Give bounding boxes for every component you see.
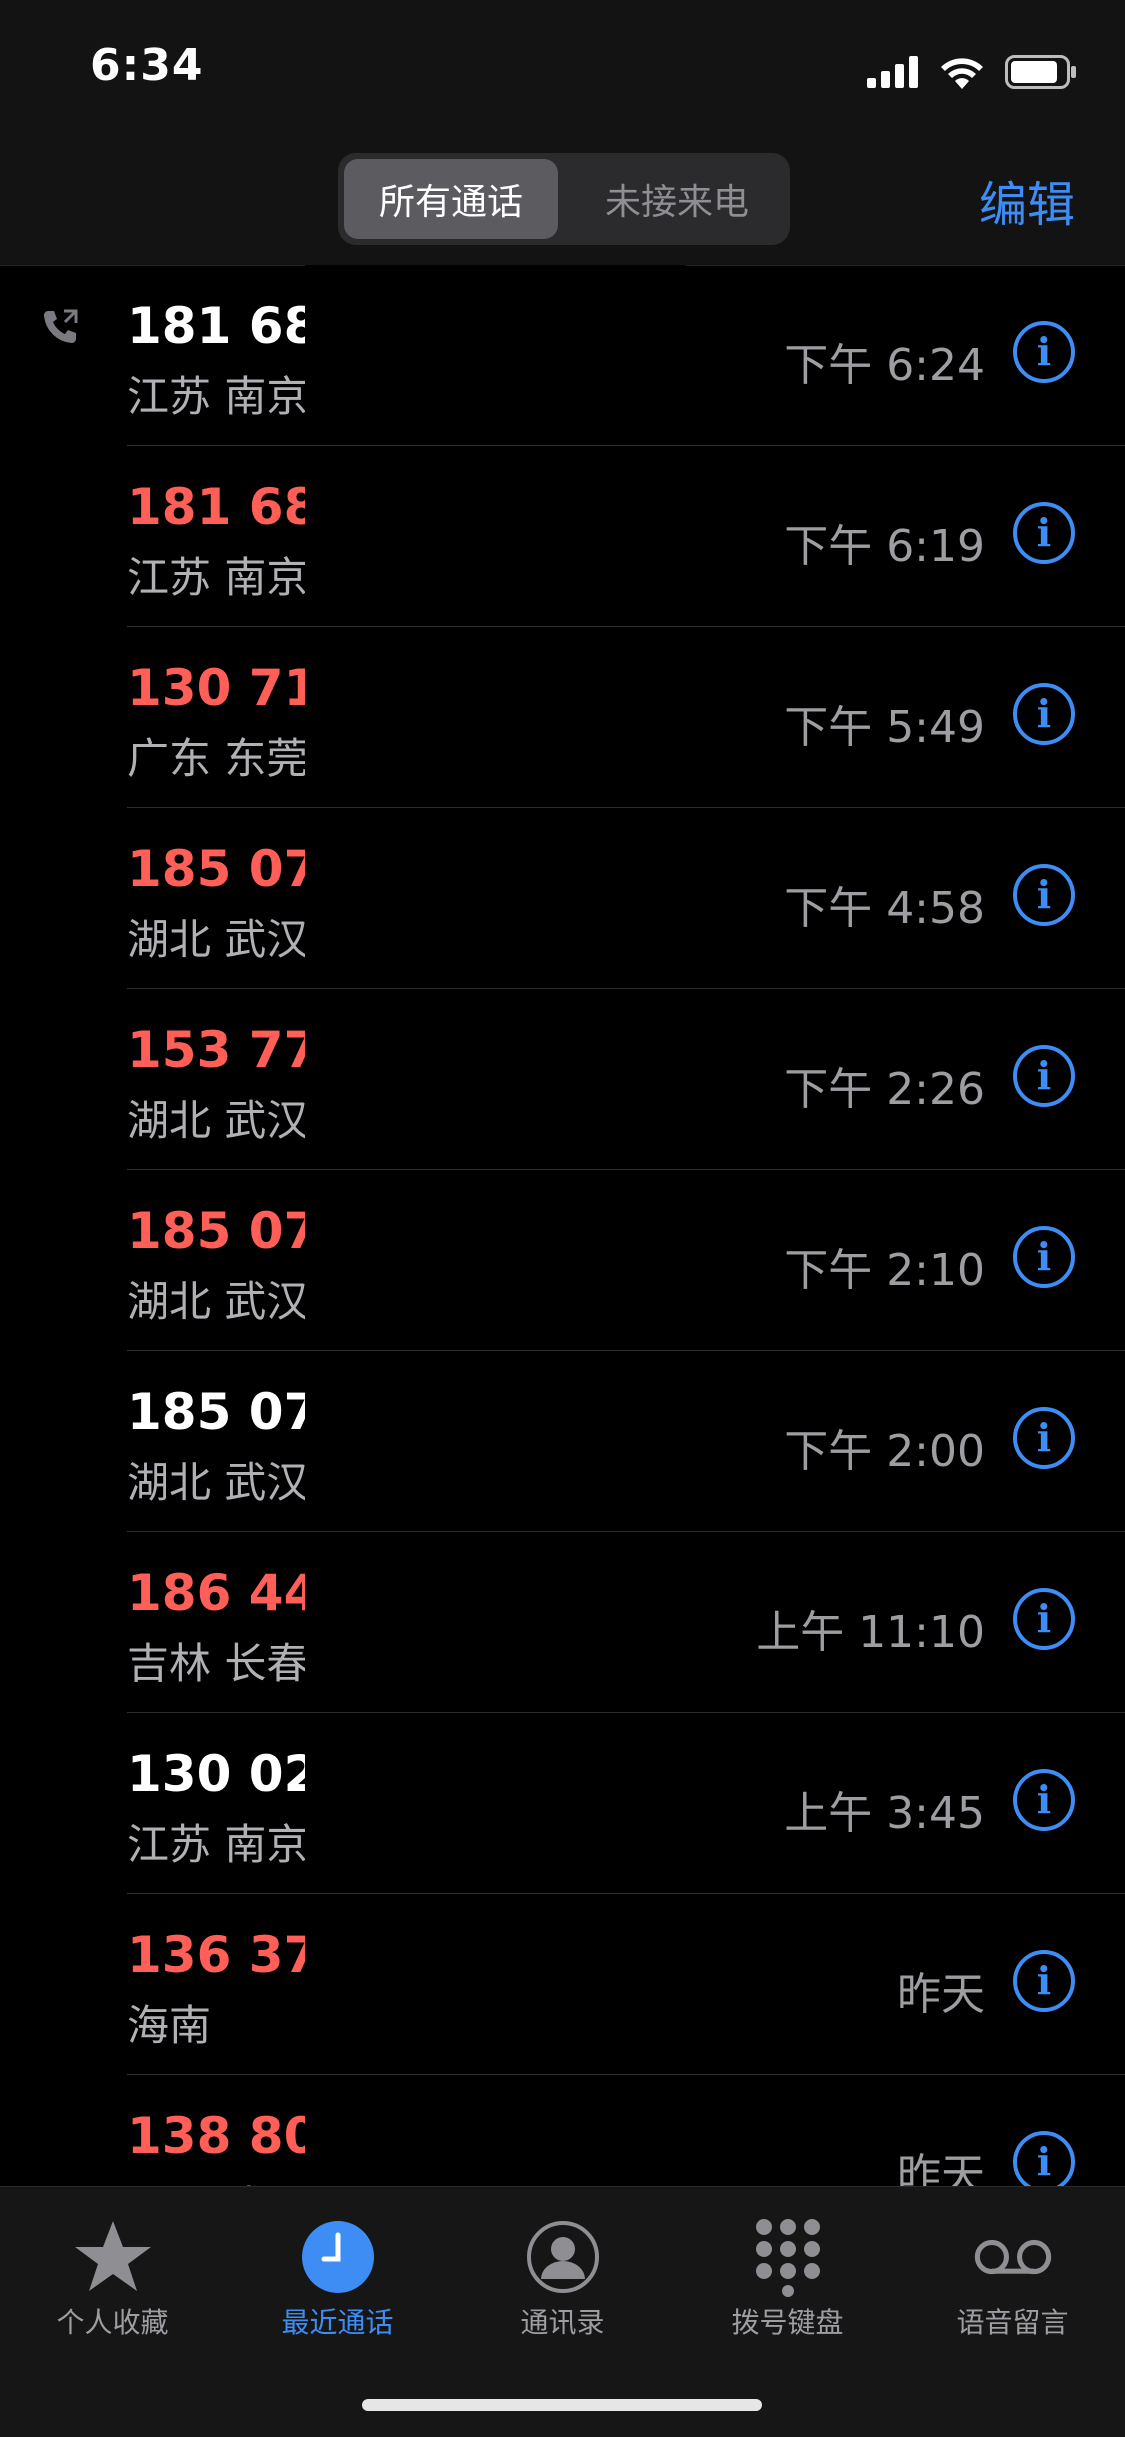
privacy-redaction — [305, 1713, 685, 1893]
privacy-redaction — [305, 446, 685, 626]
info-icon: i — [1036, 1777, 1052, 1822]
privacy-redaction — [305, 1170, 685, 1350]
call-location: 湖北 武汉 — [127, 1277, 309, 1326]
privacy-redaction — [305, 989, 685, 1169]
status-bar: 6:34 — [0, 0, 1125, 135]
wifi-icon — [941, 58, 983, 89]
call-row[interactable]: 181 6807 江苏 南京 下午 6:24 i — [0, 265, 1125, 446]
edit-button[interactable]: 编辑 — [979, 165, 1075, 235]
call-time: 上午 3:45 — [784, 1788, 985, 1839]
call-time: 下午 4:58 — [784, 883, 985, 934]
voicemail-icon — [973, 2217, 1053, 2297]
privacy-redaction — [305, 1351, 685, 1531]
call-filter-segmented-control[interactable]: 所有通话 未接来电 — [338, 153, 790, 245]
privacy-redaction — [305, 1894, 685, 2074]
privacy-redaction — [305, 808, 685, 988]
call-time: 昨天 — [897, 1969, 985, 2020]
call-row[interactable]: 185 071 湖北 武汉 下午 2:10 i — [0, 1170, 1125, 1351]
keypad-icon — [748, 2217, 828, 2297]
info-button[interactable]: i — [1013, 683, 1075, 745]
call-row[interactable]: 130 025 江苏 南京 上午 3:45 i — [0, 1713, 1125, 1894]
tab-label: 通讯录 — [520, 2306, 605, 2339]
call-location: 江苏 南京 — [127, 553, 309, 602]
privacy-redaction — [305, 265, 685, 445]
status-icons — [867, 52, 1077, 92]
info-button[interactable]: i — [1013, 321, 1075, 383]
tab-label: 拨号键盘 — [731, 2306, 844, 2339]
info-icon: i — [1036, 1958, 1052, 2003]
info-button[interactable]: i — [1013, 1045, 1075, 1107]
tab-bar: 个人收藏 最近通话 通讯录 拨号键盘 语音留言 — [0, 2186, 1125, 2437]
home-indicator — [362, 2399, 762, 2411]
signal-icon — [867, 56, 918, 88]
info-icon: i — [1036, 872, 1052, 917]
call-row[interactable]: 153 776 湖北 武汉 下午 2:26 i — [0, 989, 1125, 1170]
call-row[interactable]: 181 6807 江苏 南京 下午 6:19 i — [0, 446, 1125, 627]
nav-bar: 所有通话 未接来电 编辑 — [0, 135, 1125, 266]
info-button[interactable]: i — [1013, 502, 1075, 564]
battery-icon — [1005, 55, 1076, 89]
info-button[interactable]: i — [1013, 1407, 1075, 1469]
call-time: 下午 2:00 — [784, 1426, 985, 1477]
call-row[interactable]: 185 071 湖北 武汉 下午 2:00 i — [0, 1351, 1125, 1532]
call-time: 下午 2:26 — [784, 1064, 985, 1115]
info-icon: i — [1036, 1596, 1052, 1641]
clock-icon — [298, 2217, 378, 2297]
tab-label: 最近通话 — [281, 2306, 394, 2339]
call-location: 江苏 南京 — [127, 372, 309, 421]
call-time: 下午 5:49 — [784, 702, 985, 753]
status-time: 6:34 — [90, 40, 204, 91]
call-location: 海南 — [127, 2001, 212, 2050]
info-icon: i — [1036, 329, 1052, 374]
info-icon: i — [1036, 2139, 1052, 2184]
info-icon: i — [1036, 1053, 1052, 1098]
call-row[interactable]: 136 375 海南 昨天 i — [0, 1894, 1125, 2075]
tab-recents[interactable]: 最近通话 — [225, 2207, 450, 2339]
info-button[interactable]: i — [1013, 1226, 1075, 1288]
call-time: 上午 11:10 — [756, 1607, 985, 1658]
info-icon: i — [1036, 510, 1052, 555]
info-button[interactable]: i — [1013, 1769, 1075, 1831]
call-location: 江苏 南京 — [127, 1820, 309, 1869]
tab-label: 语音留言 — [956, 2306, 1069, 2339]
segment-missed-calls[interactable]: 未接来电 — [570, 159, 784, 239]
privacy-redaction — [305, 627, 685, 807]
info-icon: i — [1036, 1415, 1052, 1460]
segment-all-calls[interactable]: 所有通话 — [344, 159, 558, 239]
call-row[interactable]: 186 449 吉林 长春 上午 11:10 i — [0, 1532, 1125, 1713]
call-location: 吉林 长春 — [127, 1639, 309, 1688]
tab-keypad[interactable]: 拨号键盘 — [675, 2207, 900, 2339]
call-location: 湖北 武汉 — [127, 1096, 309, 1145]
contact-icon — [523, 2217, 603, 2297]
info-button[interactable]: i — [1013, 1588, 1075, 1650]
call-location: 湖北 武汉 — [127, 1458, 309, 1507]
call-row[interactable]: 130 7136 广东 东莞 下午 5:49 i — [0, 627, 1125, 808]
call-time: 下午 6:19 — [784, 521, 985, 572]
recent-calls-list: 181 6807 江苏 南京 下午 6:24 i 181 6807 江苏 南京 下午 6… — [0, 265, 1125, 2256]
privacy-redaction — [305, 1532, 685, 1712]
outgoing-call-icon — [38, 305, 82, 349]
info-button[interactable]: i — [1013, 2131, 1075, 2193]
info-button[interactable]: i — [1013, 864, 1075, 926]
info-icon: i — [1036, 691, 1052, 736]
star-icon — [73, 2217, 153, 2297]
call-row[interactable]: 185 071 湖北 武汉 下午 4:58 i — [0, 808, 1125, 989]
info-icon: i — [1036, 1234, 1052, 1279]
info-button[interactable]: i — [1013, 1950, 1075, 2012]
call-time: 下午 6:24 — [784, 340, 985, 391]
call-time: 下午 2:10 — [784, 1245, 985, 1296]
call-location: 广东 东莞 — [127, 734, 309, 783]
tab-voicemail[interactable]: 语音留言 — [900, 2207, 1125, 2339]
tab-contacts[interactable]: 通讯录 — [450, 2207, 675, 2339]
call-location: 湖北 武汉 — [127, 915, 309, 964]
tab-favorites[interactable]: 个人收藏 — [0, 2207, 225, 2339]
tab-label: 个人收藏 — [56, 2306, 169, 2339]
